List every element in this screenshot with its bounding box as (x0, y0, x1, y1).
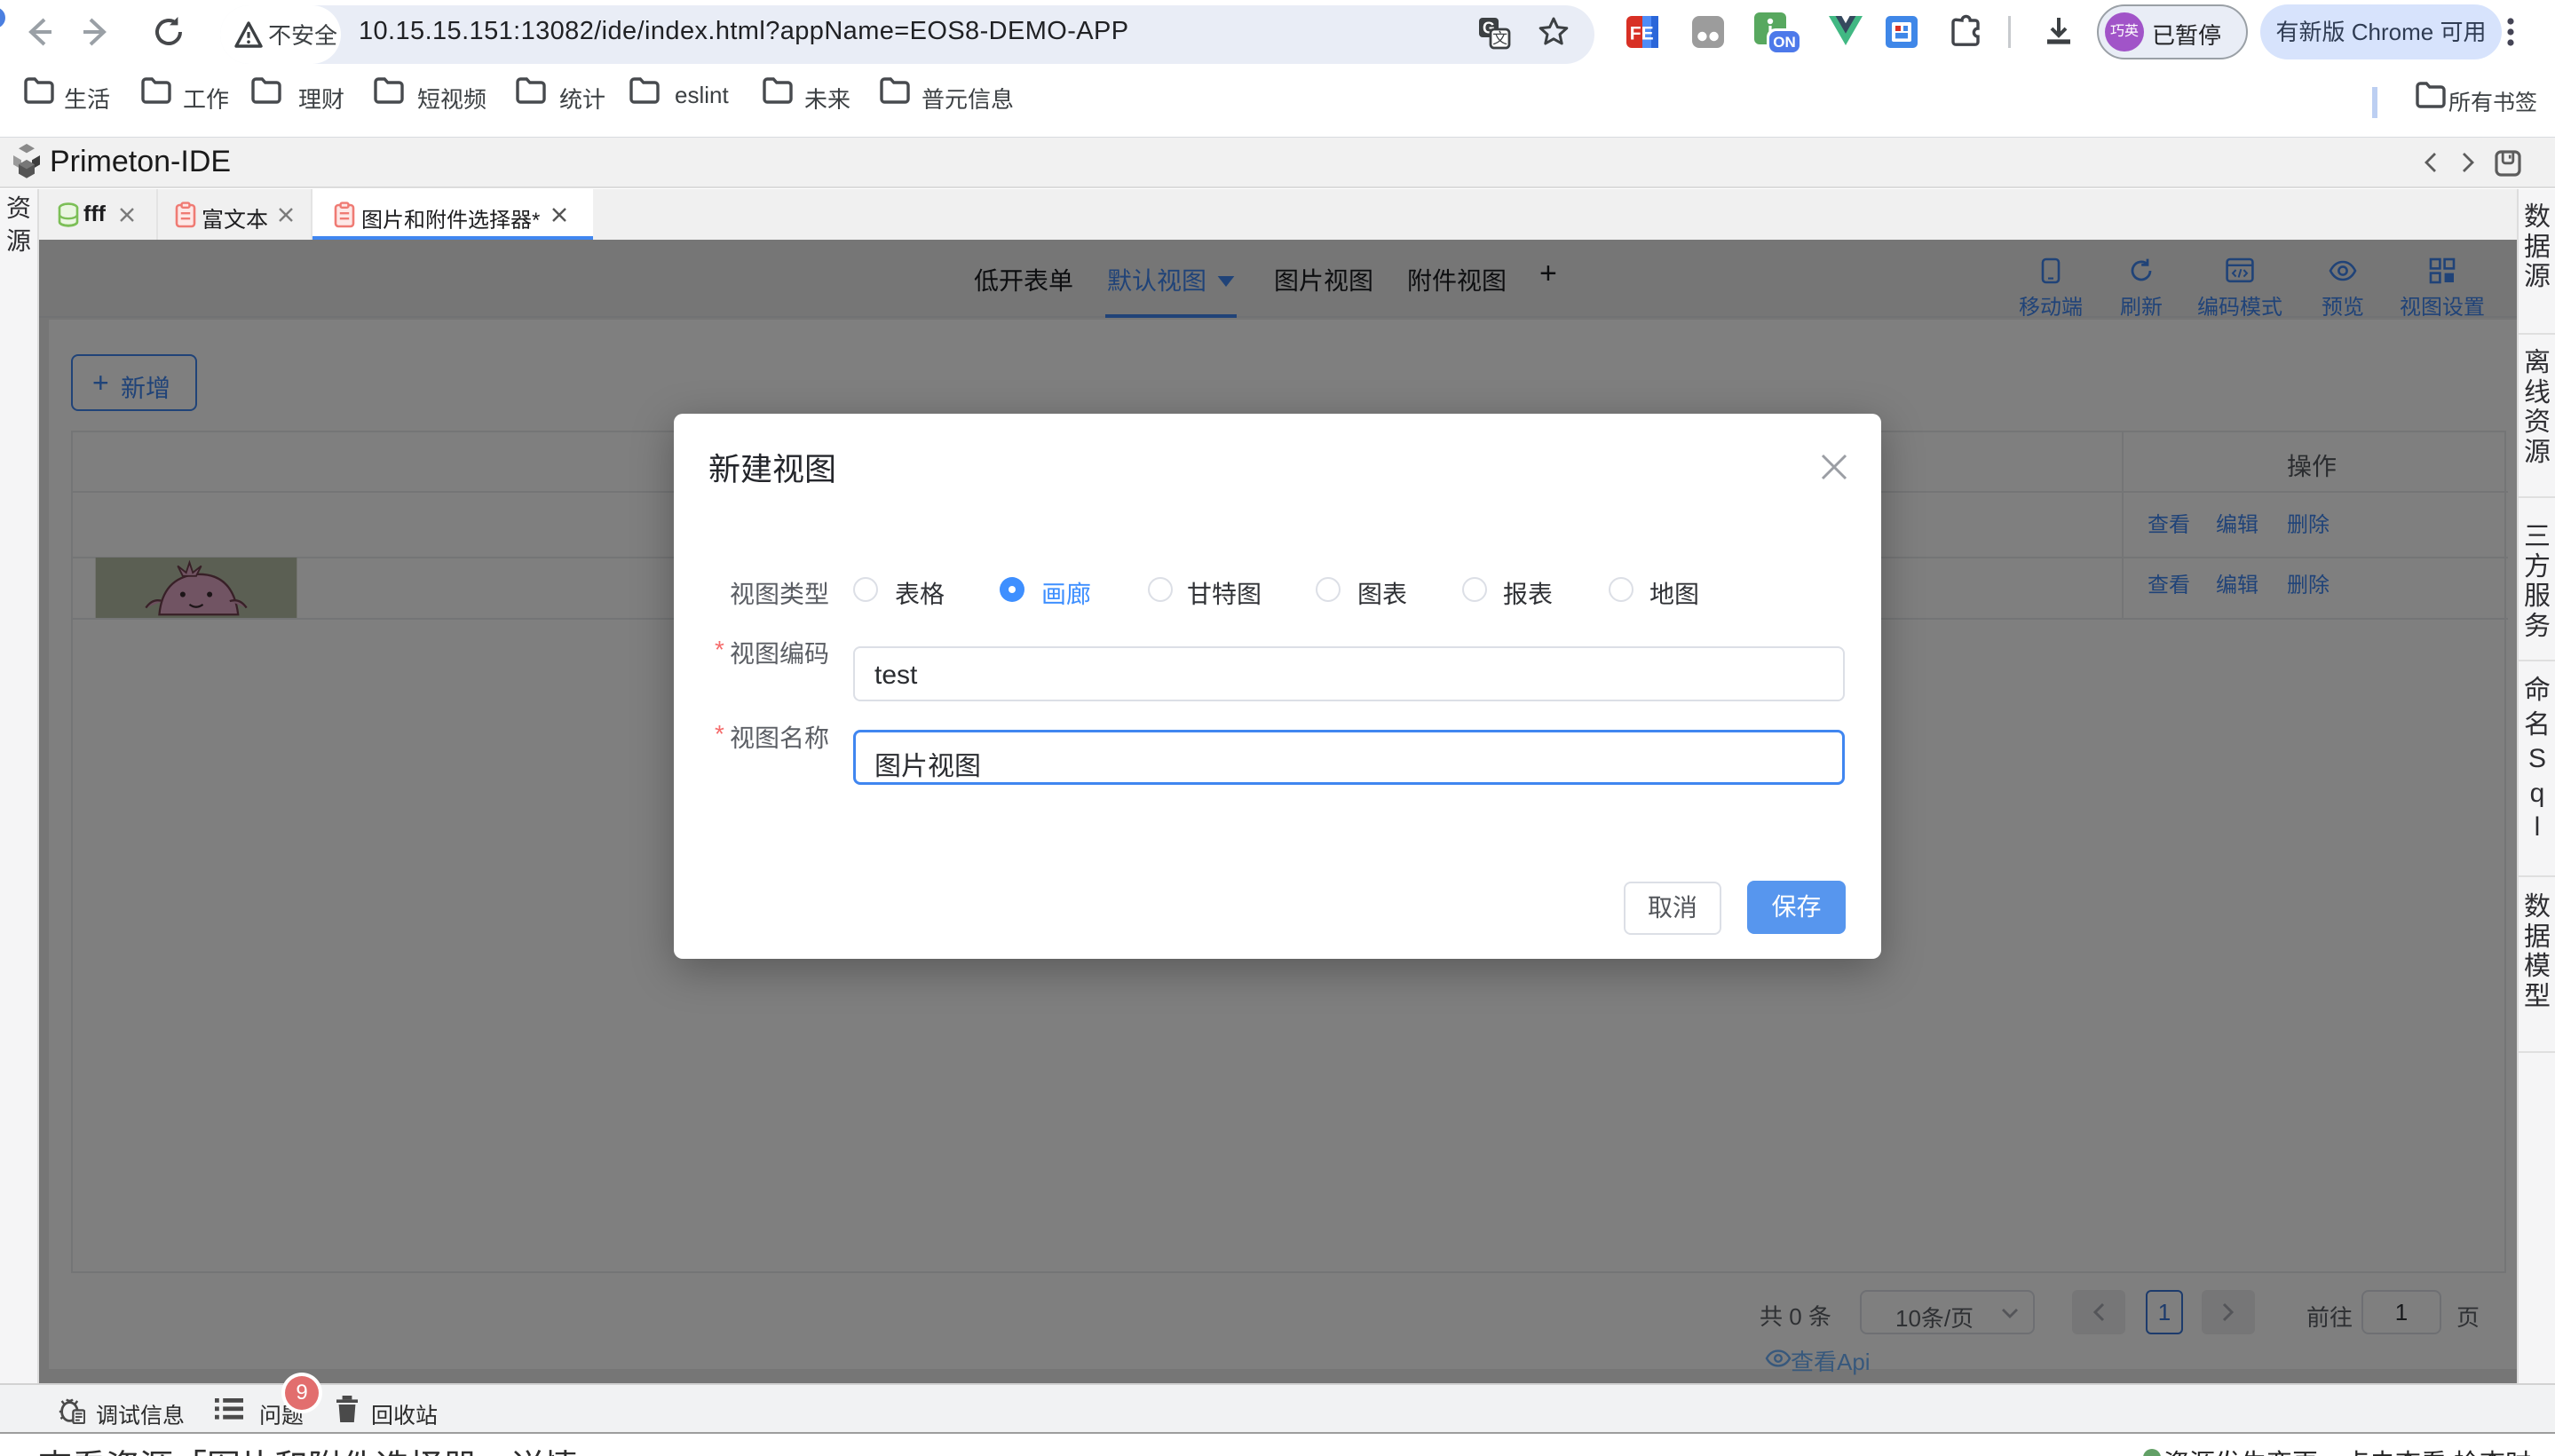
svg-text:FE: FE (1630, 23, 1654, 44)
svg-text:ON: ON (1773, 34, 1796, 51)
svg-text:文: 文 (1492, 26, 1507, 48)
